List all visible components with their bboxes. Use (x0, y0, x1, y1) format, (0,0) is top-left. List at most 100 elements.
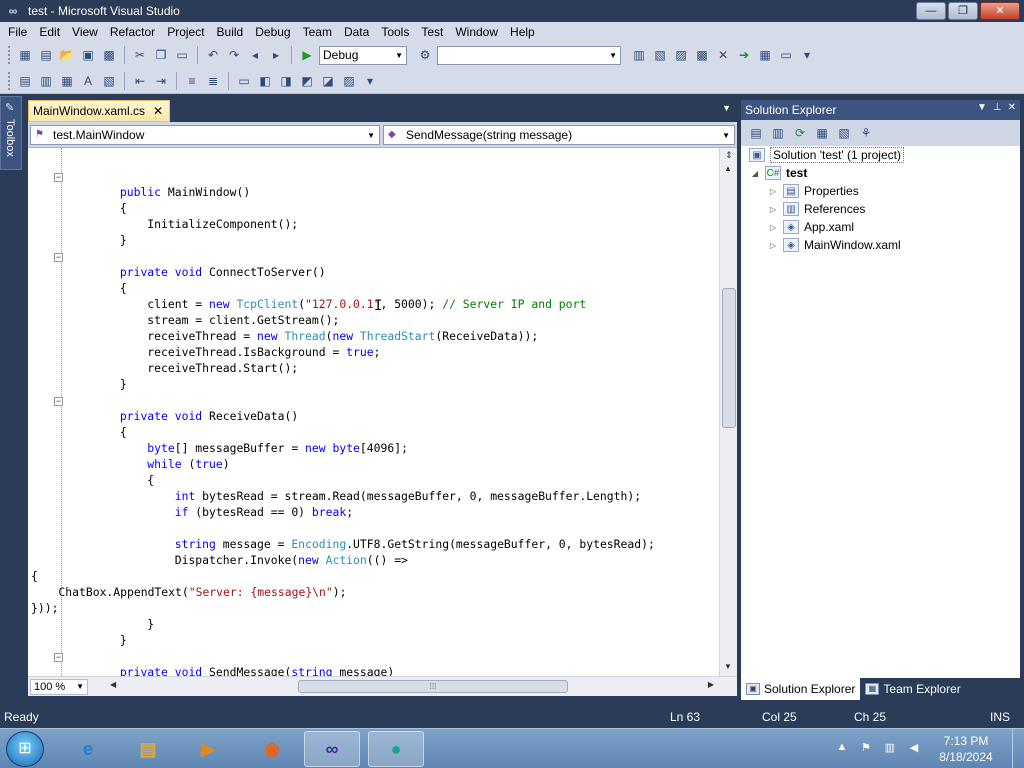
media-player-icon[interactable]: ▶ (180, 731, 236, 767)
scroll-left-icon[interactable]: ◀ (110, 680, 116, 689)
menu-help[interactable]: Help (504, 25, 541, 39)
undo-icon[interactable]: ↶ (204, 46, 222, 64)
previous-bookmark-folder-icon[interactable]: ◩ (298, 72, 316, 90)
app-taskbar-icon[interactable]: ● (368, 731, 424, 767)
copy-icon[interactable]: ❐ (152, 46, 170, 64)
navigate-forward-icon[interactable]: ▸ (267, 46, 285, 64)
clear-bookmarks-icon[interactable]: ▨ (340, 72, 358, 90)
comment-lines-icon[interactable]: ≡ (183, 72, 201, 90)
code-editor[interactable]: − − − − public MainWindow() { Initialize… (28, 148, 737, 676)
object-browser-icon[interactable]: ▨ (672, 46, 690, 64)
add-item-icon[interactable]: ▤ (37, 46, 55, 64)
tree-item-mainwindow-xaml[interactable]: ▷ ◈ MainWindow.xaml (767, 236, 901, 254)
toolbar-options-icon[interactable]: ▾ (361, 72, 379, 90)
minimize-button[interactable]: — (916, 2, 946, 20)
save-all-icon[interactable]: ▩ (100, 46, 118, 64)
open-file-icon[interactable]: 📂 (58, 46, 76, 64)
paste-icon[interactable]: ▭ (173, 46, 191, 64)
member-combo[interactable]: ◆ SendMessage(string message) ▼ (383, 125, 735, 145)
close-tab-icon[interactable]: ✕ (153, 104, 163, 118)
collapse-arrow-icon[interactable]: ◢ (749, 169, 761, 178)
tree-item-app-xaml[interactable]: ▷ ◈ App.xaml (767, 218, 854, 236)
collapse-toggle[interactable]: − (54, 397, 63, 406)
solution-explorer-icon[interactable]: ▥ (630, 46, 648, 64)
tab-team-explorer[interactable]: ▦ Team Explorer (860, 678, 965, 700)
maximize-button[interactable]: ❐ (948, 2, 978, 20)
expand-arrow-icon[interactable]: ▷ (767, 205, 779, 214)
scroll-up-icon[interactable]: ▲ (724, 164, 732, 173)
command-window-icon[interactable]: ▭ (777, 46, 795, 64)
properties-icon[interactable]: ▤ (747, 124, 765, 142)
vertical-scroll-thumb[interactable] (722, 288, 736, 428)
tab-mainwindow-xaml-cs[interactable]: MainWindow.xaml.cs ✕ (28, 100, 170, 122)
previous-bookmark-icon[interactable]: ◧ (256, 72, 274, 90)
toolbar-grip[interactable] (8, 46, 11, 64)
menu-tools[interactable]: Tools (375, 25, 415, 39)
menu-project[interactable]: Project (161, 25, 210, 39)
type-combo[interactable]: ⚑ test.MainWindow ▼ (30, 125, 380, 145)
collapse-toggle[interactable]: − (54, 173, 63, 182)
visual-studio-taskbar-icon[interactable]: ∞ (304, 731, 360, 767)
toolbar-options-icon[interactable]: ▾ (798, 46, 816, 64)
find-in-files-icon[interactable]: ⚙ (416, 46, 434, 64)
window-position-icon[interactable]: ▼ (977, 102, 987, 113)
decrease-indent-icon[interactable]: ⇤ (131, 72, 149, 90)
menu-team[interactable]: Team (297, 25, 338, 39)
tree-item-solution[interactable]: ▣ Solution 'test' (1 project) (749, 146, 904, 164)
refresh-icon[interactable]: ⟳ (791, 124, 809, 142)
file-explorer-icon[interactable]: ▤ (120, 731, 176, 767)
menu-refactor[interactable]: Refactor (104, 25, 161, 39)
next-bookmark-folder-icon[interactable]: ◪ (319, 72, 337, 90)
horizontal-scrollbar[interactable]: ◀ ⁞⁞⁞ ▶ (108, 679, 716, 694)
collapse-toggle[interactable]: − (54, 653, 63, 662)
cut-icon[interactable]: ✂ (131, 46, 149, 64)
properties-window-icon[interactable]: ▧ (651, 46, 669, 64)
parameter-info-icon[interactable]: ▥ (37, 72, 55, 90)
start-button[interactable]: ⊞ (6, 731, 44, 767)
new-project-icon[interactable]: ▦ (16, 46, 34, 64)
menu-debug[interactable]: Debug (249, 25, 296, 39)
toolbox-icon[interactable]: ▩ (693, 46, 711, 64)
expand-arrow-icon[interactable]: ▷ (767, 223, 779, 232)
next-bookmark-icon[interactable]: ◨ (277, 72, 295, 90)
toolbox-tab[interactable]: ✎ Toolbox (0, 96, 22, 170)
clock[interactable]: 7:13 PM 8/18/2024 (926, 733, 1006, 765)
menu-window[interactable]: Window (449, 25, 504, 39)
internet-explorer-icon[interactable]: e (60, 731, 116, 767)
scroll-right-icon[interactable]: ▶ (708, 680, 714, 689)
start-page-icon[interactable]: ➔ (735, 46, 753, 64)
toolbar-grip[interactable] (8, 71, 11, 90)
menu-build[interactable]: Build (211, 25, 250, 39)
pin-icon[interactable]: ⊥ (993, 102, 1002, 113)
show-all-files-icon[interactable]: ▥ (769, 124, 787, 142)
display-word-icon[interactable]: ▧ (100, 72, 118, 90)
close-button[interactable]: ✕ (980, 2, 1020, 20)
menu-test[interactable]: Test (415, 25, 449, 39)
horizontal-scroll-thumb[interactable]: ⁞⁞⁞ (298, 680, 568, 693)
start-debugging-icon[interactable]: ▶ (298, 46, 316, 64)
tree-item-references[interactable]: ▷ ▥ References (767, 200, 865, 218)
action-center-flag-icon[interactable]: ⚑ (858, 741, 874, 757)
tab-solution-explorer[interactable]: ▣ Solution Explorer (741, 678, 861, 700)
split-icon[interactable]: ⇕ (723, 150, 735, 162)
extension-manager-icon[interactable]: ▦ (756, 46, 774, 64)
complete-word-icon[interactable]: A (79, 72, 97, 90)
increase-indent-icon[interactable]: ⇥ (152, 72, 170, 90)
toggle-bookmark-icon[interactable]: ▭ (235, 72, 253, 90)
expand-arrow-icon[interactable]: ▷ (767, 241, 779, 250)
member-list-icon[interactable]: ▤ (16, 72, 34, 90)
network-icon[interactable]: ▥ (882, 741, 898, 757)
active-files-dropdown-icon[interactable]: ▼ (722, 103, 731, 113)
firefox-icon[interactable]: ◉ (244, 731, 300, 767)
tools-icon[interactable]: ✕ (714, 46, 732, 64)
vertical-scrollbar[interactable]: ⇕ ▲ ▼ (719, 148, 737, 676)
tree-item-properties[interactable]: ▷ ▤ Properties (767, 182, 859, 200)
expand-arrow-icon[interactable]: ▷ (767, 187, 779, 196)
volume-icon[interactable]: ◀ (906, 741, 922, 757)
zoom-combo[interactable]: 100 % ▼ (30, 678, 88, 695)
view-designer-icon[interactable]: ▧ (835, 124, 853, 142)
view-code-icon[interactable]: ▦ (813, 124, 831, 142)
menu-edit[interactable]: Edit (33, 25, 66, 39)
class-diagram-icon[interactable]: ⚘ (857, 124, 875, 142)
solution-configuration-combo[interactable]: Debug ▼ (319, 45, 407, 65)
